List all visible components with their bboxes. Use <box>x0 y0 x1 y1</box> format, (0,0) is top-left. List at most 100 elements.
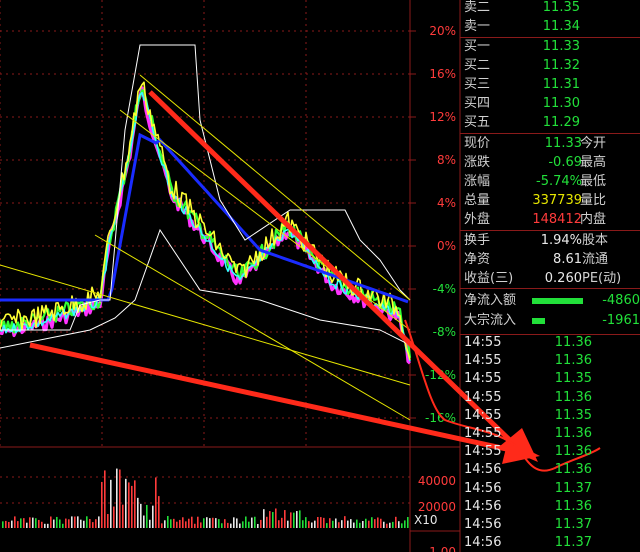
tick-row: 14:55 11.36 <box>460 389 640 407</box>
volume-bar <box>194 523 196 528</box>
tick-row: 14:55 11.36 <box>460 334 640 352</box>
volume-bar <box>167 516 169 528</box>
quote-row: 涨幅 -5.74% 最低 <box>460 173 640 191</box>
volume-bar <box>134 480 136 528</box>
bid-level-label: 买四 <box>464 96 491 111</box>
tick-price: 11.35 <box>554 371 592 387</box>
annotation-arrow <box>29 342 521 455</box>
tick-row: 14:55 11.36 <box>460 352 640 370</box>
volume-bar <box>293 512 295 528</box>
tick-row: 14:55 11.35 <box>460 370 640 388</box>
volume-bar <box>341 520 343 528</box>
tick-price: 11.37 <box>554 517 592 532</box>
volume-bar <box>206 517 208 528</box>
price-series <box>0 44 412 365</box>
tick-price: 11.36 <box>554 498 592 514</box>
volume-bar <box>209 518 211 528</box>
volume-bar <box>47 523 49 528</box>
quote-label: 总量 <box>464 193 491 208</box>
volume-bar <box>308 521 310 528</box>
volume-bar <box>221 523 223 528</box>
quote-row: 现价 11.33 今开 <box>460 135 640 153</box>
volume-bar <box>257 523 259 528</box>
volume-bar <box>224 519 226 528</box>
fundamental-label: 换手 <box>464 233 491 248</box>
flow-row: 净流入额 -4860 <box>460 292 640 310</box>
divider <box>460 230 640 231</box>
volume-bar <box>38 519 40 528</box>
volume-unit-label: X10 <box>414 513 438 527</box>
bid-price: 11.29 <box>542 115 580 130</box>
quote-panel: 卖二 11.35 卖一 11.34 买一 11.33 买二 11.32 买三 11.31 买四 11… <box>460 0 640 552</box>
volume-bar <box>326 523 328 528</box>
tick-price: 11.36 <box>554 335 592 350</box>
ask-level-label: 卖一 <box>464 19 491 34</box>
volume-bar <box>380 518 382 528</box>
volume-bar <box>281 517 283 528</box>
volume-bar <box>44 523 46 528</box>
bid-row: 买一 11.33 <box>460 38 640 56</box>
volume-bar <box>158 496 160 528</box>
fundamental-value: 1.94% <box>540 233 582 248</box>
fundamental-value: 8.61 <box>553 252 582 267</box>
volume-bar <box>71 516 73 528</box>
volume-bar <box>305 517 307 528</box>
flow-label: 净流入额 <box>464 293 517 308</box>
tick-time: 14:55 <box>464 407 502 423</box>
volume-bar <box>299 510 301 528</box>
volume-bar <box>107 514 109 528</box>
ask-price: 11.34 <box>542 19 580 34</box>
volume-bar <box>89 518 91 528</box>
tick-price: 11.35 <box>554 407 592 423</box>
fundamental-row: 收益(三) 0.260 PE(动) <box>460 270 640 288</box>
volume-bar <box>407 517 409 528</box>
volume-bar <box>119 469 121 528</box>
percent-tick-label: 8% <box>437 153 456 167</box>
volume-bar <box>197 516 199 528</box>
tick-time: 14:55 <box>464 444 502 460</box>
tick-time: 14:55 <box>464 371 502 387</box>
volume-bar <box>392 521 394 528</box>
tick-time: 14:55 <box>464 353 502 369</box>
volume-bar <box>128 482 130 528</box>
volume-bar <box>149 519 151 528</box>
volume-bar <box>269 511 271 528</box>
volume-bar <box>26 522 28 528</box>
volume-bar <box>323 517 325 528</box>
volume-bar <box>152 505 154 528</box>
volume-bar <box>353 522 355 528</box>
volume-bar <box>254 516 256 528</box>
tick-time: 14:55 <box>464 335 502 350</box>
volume-bar <box>395 516 397 528</box>
bid-level-label: 买三 <box>464 77 491 92</box>
tick-price: 11.37 <box>554 480 592 496</box>
volume-tick-label: 20000 <box>418 500 456 514</box>
volume-bar <box>11 520 13 528</box>
volume-bar <box>143 515 145 528</box>
volume-bar <box>404 520 406 528</box>
volume-bar <box>80 519 82 528</box>
quote-label-secondary: 最低 <box>580 174 607 189</box>
volume-bar <box>311 522 313 528</box>
volume-tick-label: 40000 <box>418 474 456 488</box>
volume-bar <box>362 520 364 528</box>
volume-bar <box>113 506 115 528</box>
volume-bar <box>242 521 244 528</box>
percent-tick-label: -4% <box>433 282 456 296</box>
volume-axis-labels: 40000 20000X10 1.00 <box>414 474 456 552</box>
volume-bar <box>251 517 253 528</box>
percent-tick-label: 0% <box>437 239 456 253</box>
ask-row: 卖二 11.35 <box>460 0 640 17</box>
volume-bar <box>104 470 106 528</box>
quote-label: 外盘 <box>464 212 491 227</box>
volume-bar <box>263 509 265 528</box>
tick-time: 14:55 <box>464 426 502 441</box>
volume-bar <box>332 520 334 528</box>
volume-bar <box>14 516 16 528</box>
fundamental-label: 净资 <box>464 252 491 267</box>
percent-tick-label: 16% <box>429 67 456 81</box>
volume-bar <box>260 519 262 528</box>
volume-bar <box>212 517 214 528</box>
volume-bar <box>32 517 34 528</box>
quote-label-secondary: 量比 <box>580 193 607 208</box>
